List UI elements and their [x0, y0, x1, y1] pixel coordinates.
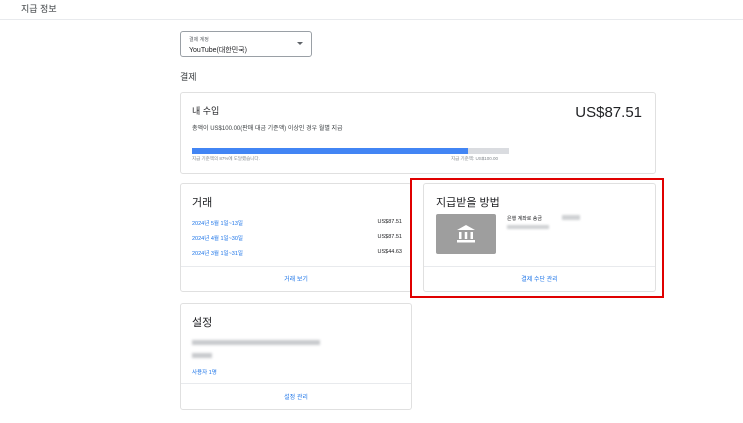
transaction-amount: US$44.63 — [377, 249, 402, 255]
payment-method-label: 은행 계좌로 송금 — [507, 216, 542, 222]
progress-bar-fill — [192, 148, 468, 154]
users-link[interactable]: 사용자 1명 — [192, 368, 217, 376]
bank-tile — [436, 214, 496, 254]
progress-threshold: 지급 기준액: US$100.00 — [451, 156, 498, 161]
manage-payment-methods-link[interactable]: 결제 수단 관리 — [424, 274, 655, 283]
progress-status: 지급 기준액의 87%에 도달했습니다. — [192, 156, 260, 161]
page-title: 지급 정보 — [21, 4, 57, 14]
transaction-date-link[interactable]: 2024년 4월 1일~30일 — [192, 234, 243, 242]
redacted-settings-value — [192, 353, 212, 358]
top-bar: 지급 정보 — [0, 0, 743, 20]
earnings-amount: US$87.51 — [575, 104, 642, 121]
transaction-row: 2024년 4월 1일~30일 US$87.51 — [192, 234, 402, 244]
select-label: 결제 계정 — [189, 37, 209, 43]
transaction-row: 2024년 5월 1일~13일 US$87.51 — [192, 219, 402, 229]
progress-bar — [192, 148, 509, 154]
settings-card: 설정 사용자 1명 설정 관리 — [180, 303, 412, 410]
view-transactions-link[interactable]: 거래 보기 — [181, 274, 411, 283]
card-divider — [181, 383, 411, 384]
payments-account-select[interactable]: 결제 계정 YouTube(대한민국) — [180, 31, 312, 57]
card-divider — [424, 266, 655, 267]
transactions-card: 거래 2024년 5월 1일~13일 US$87.51 2024년 4월 1일~… — [180, 183, 412, 292]
threshold-note: 총액이 US$100.00(판매 대금 기준액) 이상인 경우 월별 지급 — [192, 126, 343, 132]
bank-icon — [457, 225, 475, 243]
payment-method-title: 지급받을 방법 — [436, 197, 500, 209]
transaction-row: 2024년 3월 1일~31일 US$44.63 — [192, 249, 402, 259]
manage-settings-link[interactable]: 설정 관리 — [181, 392, 411, 401]
transactions-title: 거래 — [192, 197, 213, 209]
earnings-card: 내 수입 US$87.51 총액이 US$100.00(판매 대금 기준액) 이… — [180, 92, 656, 174]
transaction-date-link[interactable]: 2024년 5월 1일~13일 — [192, 219, 243, 227]
redacted-settings-line — [192, 340, 320, 345]
transaction-date-link[interactable]: 2024년 3월 1일~31일 — [192, 249, 243, 257]
settings-title: 설정 — [192, 317, 213, 329]
transaction-amount: US$87.51 — [377, 219, 402, 225]
earnings-title: 내 수입 — [192, 106, 220, 116]
card-divider — [181, 266, 411, 267]
redacted-account-name — [562, 215, 580, 220]
select-value: YouTube(대한민국) — [189, 47, 247, 54]
caret-down-icon — [297, 42, 303, 45]
payment-method-card: 지급받을 방법 은행 계좌로 송금 결제 수단 관리 — [423, 183, 656, 292]
section-title: 결제 — [180, 72, 197, 82]
transaction-amount: US$87.51 — [377, 234, 402, 240]
redacted-account-number — [507, 225, 549, 229]
